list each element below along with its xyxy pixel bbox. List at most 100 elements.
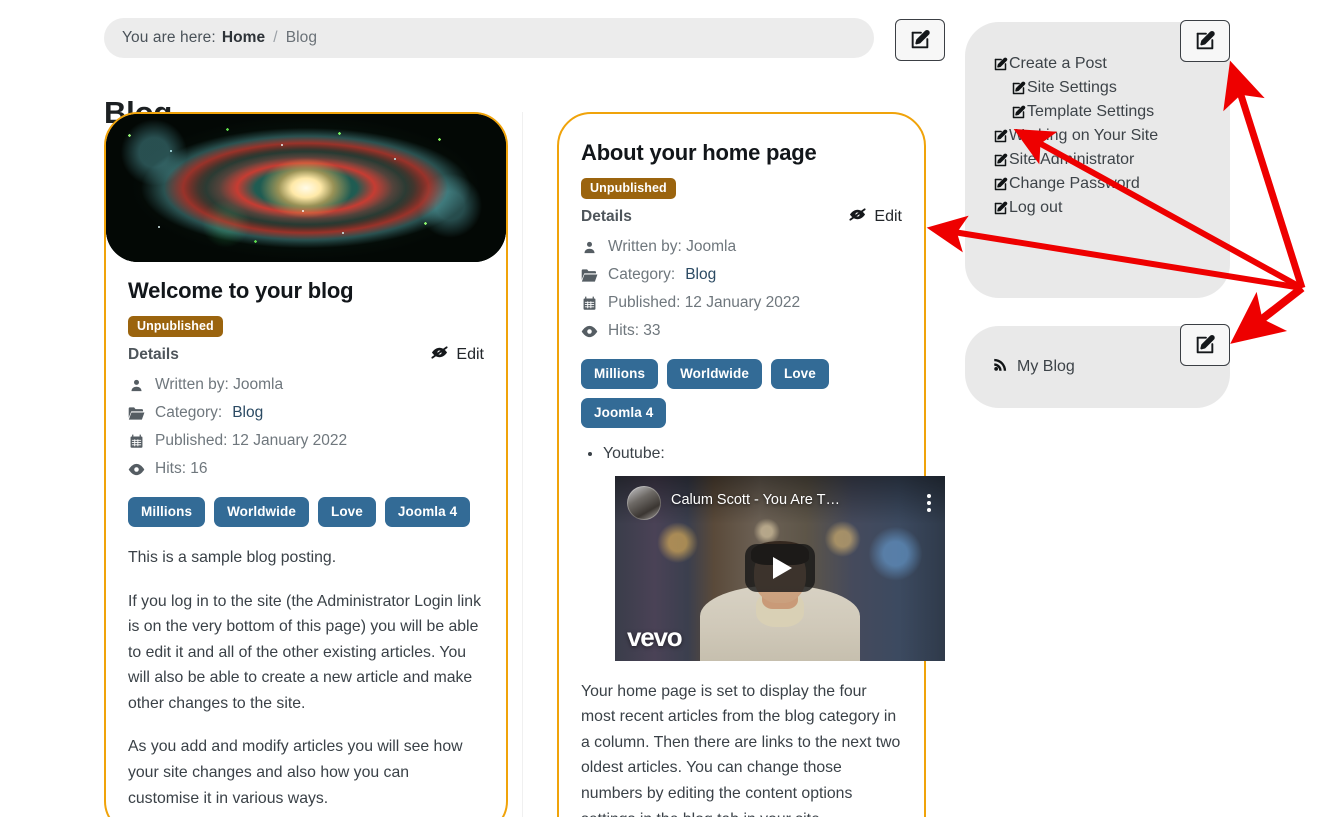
sidebar-item-label: Create a Post bbox=[1009, 55, 1107, 72]
breadcrumb-label: You are here: bbox=[122, 29, 216, 46]
meta-category-link[interactable]: Blog bbox=[232, 404, 263, 422]
article-paragraph: This is a sample blog posting. bbox=[128, 549, 337, 566]
tag-item[interactable]: Joomla 4 bbox=[384, 497, 471, 527]
article-title: About your home page bbox=[581, 140, 817, 165]
sidebar-item-working-on-your-site[interactable]: Working on Your Site bbox=[993, 124, 1210, 148]
edit-pencil-square-icon bbox=[1194, 30, 1216, 52]
sidebar-item-label: Working on Your Site bbox=[1009, 127, 1159, 144]
meta-hits: Hits: 33 bbox=[581, 317, 902, 345]
meta-author-text: Written by: Joomla bbox=[608, 238, 737, 255]
tag-item[interactable]: Worldwide bbox=[214, 497, 309, 527]
eye-icon bbox=[581, 325, 598, 338]
meta-published: Published: 12 January 2022 bbox=[128, 427, 484, 455]
edit-pencil-square-icon bbox=[909, 29, 931, 51]
article-tag-list: Millions Worldwide Love Joomla 4 bbox=[128, 497, 484, 527]
sidebar-item-site-administrator[interactable]: Site Administrator bbox=[993, 148, 1210, 172]
meta-hits: Hits: 16 bbox=[128, 455, 484, 483]
article-details-row: Details Edit bbox=[128, 343, 484, 367]
video-more-options-icon[interactable] bbox=[927, 493, 931, 512]
video-play-button[interactable] bbox=[745, 544, 815, 593]
details-label: Details bbox=[128, 346, 179, 363]
arrow-to-edit-button-user-menu bbox=[1223, 60, 1306, 290]
meta-published-text: Published: 12 January 2022 bbox=[608, 294, 801, 311]
article-tag-list: Millions Worldwide Love Joomla 4 bbox=[581, 359, 902, 428]
meta-hits-text: Hits: 16 bbox=[155, 460, 208, 477]
sidebar-item-change-password[interactable]: Change Password bbox=[993, 172, 1210, 196]
tag-item[interactable]: Love bbox=[317, 497, 376, 527]
article-title: Welcome to your blog bbox=[128, 278, 354, 303]
eye-slash-icon bbox=[848, 205, 867, 229]
article-body: This is a sample blog posting. If you lo… bbox=[128, 545, 484, 811]
page-root: You are here: Home / Blog Blog Welcome t… bbox=[0, 0, 1318, 817]
meta-category-link[interactable]: Blog bbox=[685, 266, 716, 284]
edit-button-user-menu[interactable] bbox=[1180, 20, 1230, 62]
eye-slash-icon bbox=[430, 343, 449, 367]
vevo-logo: vevo bbox=[627, 621, 683, 652]
article-meta-list: Written by: Joomla Category: Blog Publis… bbox=[128, 371, 484, 483]
calendar-icon bbox=[128, 434, 145, 449]
article-body: Your home page is set to display the fou… bbox=[581, 679, 902, 817]
article-edit-label: Edit bbox=[456, 346, 484, 363]
sidebar-item-create-a-post[interactable]: Create a Post bbox=[993, 52, 1210, 76]
article-details-row: Details Edit bbox=[581, 205, 902, 229]
edit-pencil-square-icon bbox=[993, 177, 1008, 192]
status-badge: Unpublished bbox=[128, 316, 223, 337]
edit-pencil-square-icon bbox=[993, 201, 1008, 216]
article-paragraph: As you add and modify articles you will … bbox=[128, 738, 463, 807]
meta-hits-text: Hits: 33 bbox=[608, 322, 661, 339]
calendar-icon bbox=[581, 296, 598, 311]
edit-pencil-square-icon bbox=[993, 129, 1008, 144]
meta-category-label: Category: bbox=[155, 404, 223, 421]
meta-category-label: Category: bbox=[608, 266, 676, 283]
article-edit-link[interactable]: Edit bbox=[430, 343, 484, 367]
tag-item[interactable]: Joomla 4 bbox=[581, 398, 667, 428]
edit-pencil-square-icon bbox=[1011, 105, 1026, 120]
sidebar-item-label: Site Administrator bbox=[1009, 151, 1135, 168]
edit-pencil-square-icon bbox=[1194, 334, 1216, 356]
user-menu-list: Create a Post Site Settings Template Set… bbox=[993, 52, 1210, 220]
edit-pencil-square-icon bbox=[993, 57, 1008, 72]
edit-button-breadcrumb[interactable] bbox=[895, 19, 945, 61]
status-badge: Unpublished bbox=[581, 178, 676, 199]
sidebar-item-template-settings[interactable]: Template Settings bbox=[993, 100, 1210, 124]
channel-avatar[interactable] bbox=[627, 485, 661, 520]
tag-item[interactable]: Love bbox=[770, 359, 829, 389]
tag-item[interactable]: Millions bbox=[128, 497, 206, 527]
article-card-welcome: Welcome to your blog Unpublished Details bbox=[104, 112, 508, 817]
meta-category: Category: Blog bbox=[128, 399, 484, 427]
breadcrumb-separator: / bbox=[273, 29, 278, 46]
tag-item[interactable]: Worldwide bbox=[667, 359, 762, 389]
sidebar-item-log-out[interactable]: Log out bbox=[993, 196, 1210, 220]
my-blog-feed-link[interactable]: My Blog bbox=[993, 357, 1075, 377]
folder-open-icon bbox=[581, 268, 598, 283]
youtube-video-embed[interactable]: Calum Scott - You Are T… vevo bbox=[615, 475, 945, 661]
sidebar-item-label: Log out bbox=[1009, 199, 1063, 216]
rss-feed-icon bbox=[993, 357, 1008, 377]
sidebar-item-label: Site Settings bbox=[1027, 79, 1117, 96]
meta-author: Written by: Joomla bbox=[581, 233, 902, 261]
breadcrumb-home-link[interactable]: Home bbox=[222, 29, 265, 47]
meta-category: Category: Blog bbox=[581, 261, 902, 289]
blog-columns: Welcome to your blog Unpublished Details bbox=[104, 112, 945, 817]
tag-item[interactable]: Millions bbox=[581, 359, 659, 389]
meta-author-text: Written by: Joomla bbox=[155, 376, 284, 393]
video-title[interactable]: Calum Scott - You Are T… bbox=[671, 492, 861, 508]
youtube-bullet-item: Youtube: bbox=[603, 442, 902, 466]
breadcrumb-current: Blog bbox=[285, 29, 318, 46]
youtube-bullet-list: Youtube: bbox=[581, 442, 902, 466]
meta-published: Published: 12 January 2022 bbox=[581, 289, 902, 317]
folder-open-icon bbox=[128, 406, 145, 421]
blog-column-right: About your home page Unpublished Details bbox=[522, 112, 945, 817]
sidebar-item-site-settings[interactable]: Site Settings bbox=[993, 76, 1210, 100]
edit-pencil-square-icon bbox=[993, 153, 1008, 168]
article-card-homepage: About your home page Unpublished Details bbox=[557, 112, 945, 817]
edit-button-my-blog[interactable] bbox=[1180, 324, 1230, 366]
sidebar-item-label: Template Settings bbox=[1027, 103, 1155, 120]
sidebar-user-menu-module: Create a Post Site Settings Template Set… bbox=[965, 22, 1230, 298]
edit-pencil-square-icon bbox=[1011, 81, 1026, 96]
arrow-to-edit-button-my-blog bbox=[1230, 284, 1305, 344]
my-blog-label: My Blog bbox=[1017, 358, 1075, 375]
meta-published-text: Published: 12 January 2022 bbox=[155, 432, 348, 449]
article-edit-link[interactable]: Edit bbox=[848, 205, 902, 229]
breadcrumb: You are here: Home / Blog bbox=[104, 18, 874, 58]
